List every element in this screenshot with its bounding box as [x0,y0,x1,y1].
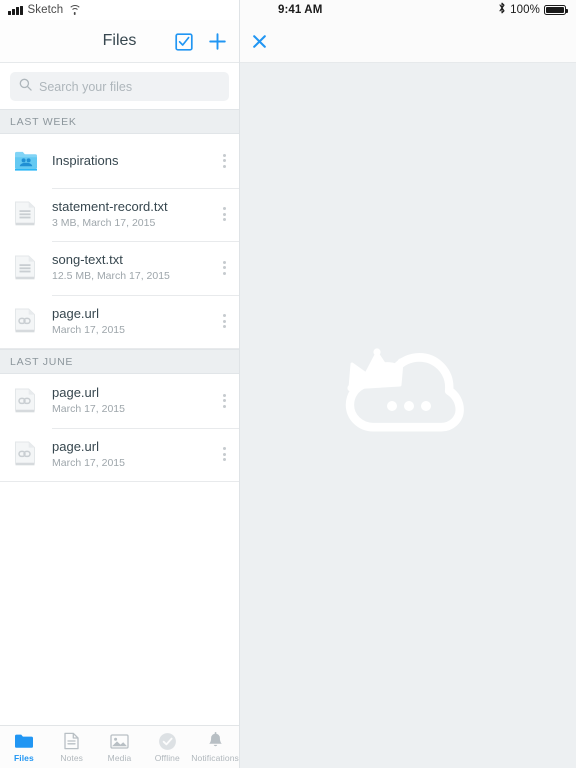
file-item-text: page.url March 17, 2015 [38,439,209,470]
file-name: page.url [52,438,99,454]
list-divider [0,481,239,482]
overflow-menu-icon[interactable] [209,374,239,428]
file-item-text: page.url March 17, 2015 [38,385,209,416]
file-name: page.url [52,305,99,321]
empty-state-area [240,63,576,768]
page-title: Files [102,32,137,49]
tab-label: Media [107,752,132,763]
file-item-text: statement-record.txt 3 MB, March 17, 2015 [38,199,209,230]
tab-media[interactable]: Media [96,732,144,763]
bell-icon [207,732,224,751]
file-list: Inspirations statement-record.txt 3 MB, Ma… [0,134,239,348]
search-input[interactable] [39,79,220,94]
files-sidebar-panel: Sketch Files Search your files LAST WEEK… [0,0,240,768]
shared-folder-icon [14,150,38,171]
close-icon[interactable] [252,34,267,49]
section-header: LAST WEEK [0,109,239,134]
search-box[interactable] [10,72,229,101]
overflow-menu-icon[interactable] [209,188,239,242]
search-icon [19,78,32,96]
battery-full-icon [544,5,568,15]
file-list-item[interactable]: song-text.txt 12.5 MB, March 17, 2015 [0,241,239,295]
navbar-actions [175,20,227,63]
overflow-menu-icon[interactable] [209,428,239,482]
overflow-menu-icon[interactable] [209,241,239,295]
clock-label: 9:41 AM [278,4,323,16]
text-file-icon [14,255,38,281]
tab-label: Notes [60,752,84,763]
tab-label: Files [13,752,34,763]
link-file-icon [14,388,38,414]
file-list-item[interactable]: Inspirations [0,134,239,188]
sidebar-navbar: Files [0,20,239,63]
tab-notes[interactable]: Notes [48,732,96,763]
carrier-label: Sketch [27,4,64,16]
file-item-text: Inspirations [38,151,209,171]
tab-offline[interactable]: Offline [143,732,191,763]
file-meta: March 17, 2015 [52,323,125,336]
detail-panel: 9:41 AM 100% [240,0,576,768]
file-meta: March 17, 2015 [52,403,125,416]
file-name: statement-record.txt [52,198,168,214]
file-list-item[interactable]: page.url March 17, 2015 [0,374,239,428]
search-container [0,63,239,109]
link-file-icon [14,441,38,467]
file-name: Inspirations [52,152,119,168]
overflow-menu-icon[interactable] [209,295,239,349]
file-list: page.url March 17, 2015 page.url March 17, … [0,374,239,481]
file-meta: 12.5 MB, March 17, 2015 [52,270,170,283]
crowned-cloud-icon [342,336,468,436]
offline-check-icon [158,732,177,751]
tab-files[interactable]: Files [0,732,48,763]
select-checkbox-icon[interactable] [175,32,193,51]
folder-icon [14,732,34,751]
status-bar-right-indicators: 100% [498,1,568,19]
tab-label: Notifications [191,752,239,763]
status-bar-right: 9:41 AM 100% [240,0,576,20]
battery-percent-label: 100% [510,4,540,16]
section-header: LAST JUNE [0,349,239,374]
file-list-item[interactable]: page.url March 17, 2015 [0,427,239,482]
file-item-text: page.url March 17, 2015 [38,306,209,337]
file-item-text: song-text.txt 12.5 MB, March 17, 2015 [38,252,209,283]
bottom-tabbar: Files Notes Media Offline Notifications [0,725,239,768]
file-list-item[interactable]: page.url March 17, 2015 [0,294,239,349]
file-list-item[interactable]: statement-record.txt 3 MB, March 17, 2015 [0,187,239,242]
file-name: song-text.txt [52,252,123,268]
wifi-icon [68,5,82,15]
plus-icon[interactable] [208,32,227,51]
signal-bars-icon [8,5,23,15]
bluetooth-icon [498,1,506,19]
link-file-icon [14,308,38,334]
section-header-label: LAST JUNE [10,355,74,368]
file-meta: March 17, 2015 [52,456,125,469]
tab-notifications[interactable]: Notifications [191,732,239,763]
section-header-label: LAST WEEK [10,115,77,128]
status-bar-left: Sketch [0,0,239,20]
app-screen: Sketch Files Search your files LAST WEEK… [0,0,576,768]
file-sections: LAST WEEK Inspirations statement-record.tx… [0,109,239,482]
photo-icon [110,732,129,751]
text-file-icon [14,201,38,227]
detail-navbar [240,20,576,63]
note-icon [64,732,79,751]
overflow-menu-icon[interactable] [209,134,239,188]
file-meta: 3 MB, March 17, 2015 [52,216,156,229]
tab-label: Offline [154,752,180,763]
file-name: page.url [52,385,99,401]
